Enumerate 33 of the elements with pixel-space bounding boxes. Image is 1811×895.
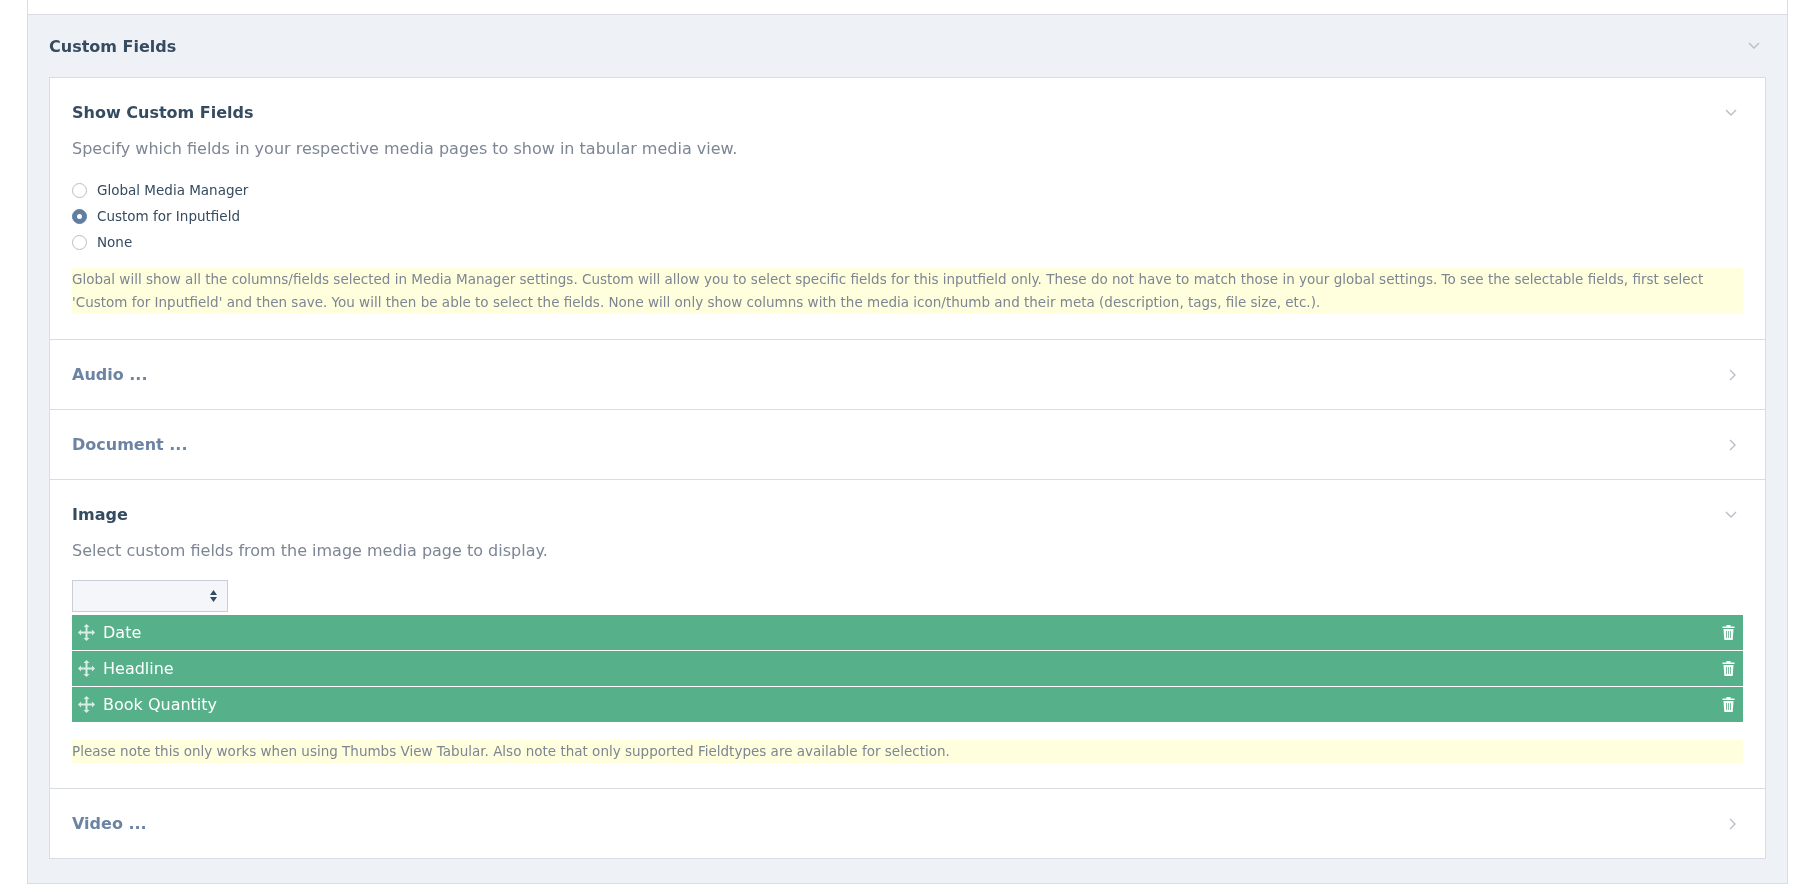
panel-title[interactable]: Custom Fields bbox=[49, 36, 177, 56]
radio-button[interactable] bbox=[72, 234, 87, 250]
field-label: Date bbox=[103, 623, 143, 642]
section-title[interactable]: Show Custom Fields bbox=[72, 103, 254, 122]
move-icon[interactable] bbox=[78, 624, 95, 641]
chevron-right-icon[interactable] bbox=[1729, 368, 1737, 381]
chevron-down-icon[interactable] bbox=[1725, 510, 1737, 519]
move-icon[interactable] bbox=[78, 696, 95, 713]
section-title[interactable]: Document ... bbox=[72, 435, 188, 454]
section-title[interactable]: Audio ... bbox=[72, 365, 148, 384]
section-description: Select custom fields from the image media page to display. bbox=[72, 541, 549, 560]
chevron-down-icon[interactable] bbox=[1748, 42, 1760, 50]
radio-label[interactable]: Global Media Manager bbox=[97, 182, 249, 198]
trash-icon[interactable] bbox=[1722, 625, 1735, 640]
radio-button[interactable] bbox=[72, 208, 87, 224]
trash-icon[interactable] bbox=[1722, 661, 1735, 676]
section-title[interactable]: Video ... bbox=[72, 814, 147, 833]
radio-label[interactable]: None bbox=[97, 234, 133, 250]
radio-label[interactable]: Custom for Inputfield bbox=[97, 208, 240, 224]
section-description: Specify which fields in your respective media pages to show in tabular media view. bbox=[72, 139, 739, 158]
field-label: Headline bbox=[103, 659, 175, 678]
field-select[interactable] bbox=[72, 580, 228, 612]
chevron-down-icon[interactable] bbox=[1725, 108, 1737, 117]
field-label: Book Quantity bbox=[103, 695, 219, 714]
chevron-right-icon[interactable] bbox=[1729, 817, 1737, 830]
select-arrows-icon bbox=[210, 590, 217, 602]
trash-icon[interactable] bbox=[1722, 697, 1735, 712]
note-text: Please note this only works when using Thumbs View Tabular. Also note that only supported Fieldtypes are available for selection. bbox=[72, 740, 1743, 763]
section-title[interactable]: Image bbox=[72, 505, 128, 524]
note-text: Global will show all the columns/fields selected in Media Manager settings. Custom will allow you to select specific fields for this inputfield only. These do not have to match those in your global settings. To see the selectable fields, first select 'Custom for Inputfield' and then save. You will then be able to select the fields. None will only show columns with the media icon/thumb and their meta (description, tags, file size, etc.). bbox=[72, 268, 1743, 314]
chevron-right-icon[interactable] bbox=[1729, 438, 1737, 451]
move-icon[interactable] bbox=[78, 660, 95, 677]
radio-button[interactable] bbox=[72, 182, 87, 198]
